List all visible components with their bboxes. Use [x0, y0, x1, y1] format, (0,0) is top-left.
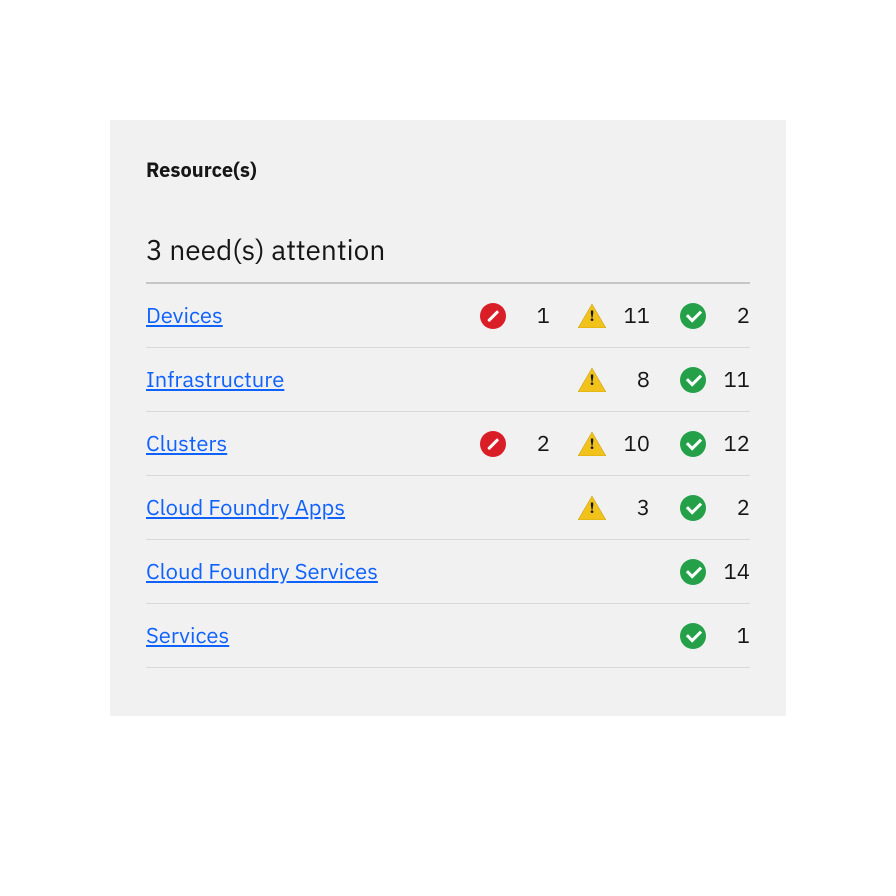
status-error: 1	[450, 301, 550, 330]
ok-count: 2	[716, 493, 750, 522]
error-icon	[480, 303, 506, 329]
resource-link[interactable]: Infrastructure	[146, 365, 450, 394]
warning-count: 8	[616, 365, 650, 394]
warning-icon: !	[578, 496, 606, 520]
status-group: ! 3 2	[450, 493, 750, 522]
status-ok: 1	[650, 621, 750, 650]
warning-count: 3	[616, 493, 650, 522]
panel-title: Resource(s)	[146, 156, 750, 183]
status-group: 1 ! 11 2	[450, 301, 750, 330]
resource-link[interactable]: Cloud Foundry Services	[146, 557, 450, 586]
warning-count: 11	[616, 301, 650, 330]
status-ok: 2	[650, 301, 750, 330]
status-group: ! 14	[450, 557, 750, 586]
warning-icon: !	[578, 304, 606, 328]
success-icon	[680, 495, 706, 521]
status-warning: ! 8	[550, 365, 650, 394]
success-icon	[680, 303, 706, 329]
success-icon	[680, 559, 706, 585]
resource-row: Infrastructure ! 8 11	[146, 348, 750, 412]
status-warning: ! 11	[550, 301, 650, 330]
warning-icon: !	[578, 368, 606, 392]
status-group: ! 8 11	[450, 365, 750, 394]
status-group: ! 1	[450, 621, 750, 650]
status-warning: ! 3	[550, 493, 650, 522]
warning-icon: !	[578, 432, 606, 456]
error-icon	[480, 431, 506, 457]
warning-count: 10	[616, 429, 650, 458]
success-icon	[680, 367, 706, 393]
error-count: 2	[516, 429, 550, 458]
resource-row: Clusters 2 ! 10 12	[146, 412, 750, 476]
resource-row: Devices 1 ! 11 2	[146, 284, 750, 348]
resource-row: Cloud Foundry Apps ! 3 2	[146, 476, 750, 540]
resources-panel: Resource(s) 3 need(s) attention Devices …	[110, 120, 786, 716]
status-warning: ! 10	[550, 429, 650, 458]
status-ok: 11	[650, 365, 750, 394]
success-icon	[680, 623, 706, 649]
status-ok: 14	[650, 557, 750, 586]
status-ok: 2	[650, 493, 750, 522]
resource-link[interactable]: Devices	[146, 301, 450, 330]
resource-row: Services ! 1	[146, 604, 750, 668]
status-error: 2	[450, 429, 550, 458]
status-group: 2 ! 10 12	[450, 429, 750, 458]
resource-link[interactable]: Services	[146, 621, 450, 650]
ok-count: 14	[716, 557, 750, 586]
attention-heading: 3 need(s) attention	[146, 231, 750, 284]
resource-row: Cloud Foundry Services ! 14	[146, 540, 750, 604]
resource-link[interactable]: Cloud Foundry Apps	[146, 493, 450, 522]
ok-count: 1	[716, 621, 750, 650]
success-icon	[680, 431, 706, 457]
resource-link[interactable]: Clusters	[146, 429, 450, 458]
resource-list: Devices 1 ! 11 2 Infrastructure	[146, 284, 750, 668]
ok-count: 11	[716, 365, 750, 394]
error-count: 1	[516, 301, 550, 330]
status-ok: 12	[650, 429, 750, 458]
ok-count: 12	[716, 429, 750, 458]
ok-count: 2	[716, 301, 750, 330]
